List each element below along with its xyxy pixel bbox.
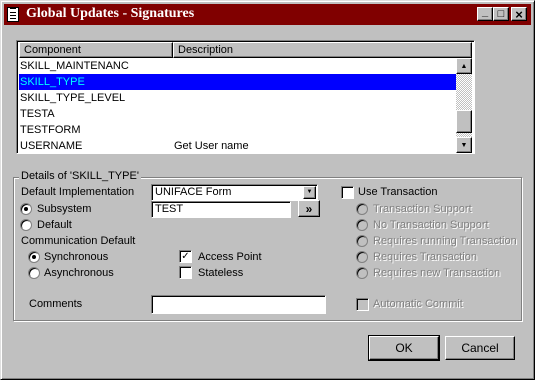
component-cell: TESTFORM [20,124,81,136]
table-row[interactable]: USERNAME Get User name [19,138,459,153]
document-icon [7,7,19,22]
subsystem-radio[interactable] [20,203,32,215]
access-point-label: Access Point [198,251,262,263]
table-row[interactable]: TESTA [19,106,459,122]
window-title: Global Updates - Signatures [26,6,195,21]
close-icon: × [515,6,523,22]
access-point-checkbox[interactable]: ✓ [179,250,192,263]
minimize-button[interactable]: _ [477,5,493,21]
requires-running-transaction-radio[interactable] [356,235,368,247]
requires-new-transaction-radio[interactable] [356,267,368,279]
maximize-button[interactable]: □ [493,7,509,21]
details-group-label: Details of 'SKILL_TYPE' [19,170,141,183]
scroll-down-button[interactable]: ▼ [456,137,472,153]
asynchronous-label: Asynchronous [44,267,114,279]
component-cell: TESTA [20,108,55,120]
comments-input[interactable] [151,295,326,314]
requires-running-transaction-label: Requires running Transaction [373,235,517,247]
synchronous-radio[interactable] [28,251,40,263]
component-cell: SKILL_TYPE [20,76,85,88]
stateless-checkbox[interactable] [179,266,192,279]
list-scrollbar[interactable]: ▲ ▼ [456,58,472,153]
communication-default-label: Communication Default [21,235,136,247]
synchronous-label: Synchronous [44,251,109,263]
cancel-button[interactable]: Cancel [445,336,515,360]
subsystem-browse-button[interactable]: » [298,200,320,217]
scroll-up-button[interactable]: ▲ [456,58,472,74]
default-implementation-dropdown[interactable]: UNIFACE Form ▼ [151,184,318,201]
dropdown-button[interactable]: ▼ [303,186,316,199]
component-cell: SKILL_TYPE_LEVEL [20,92,126,104]
component-cell: SKILL_MAINTENANC [20,60,129,72]
no-transaction-support-radio[interactable] [356,219,368,231]
subsystem-label: Subsystem [37,203,92,215]
component-list[interactable]: Component Description SKILL_MAINTENANC SK… [16,40,475,154]
title-bar[interactable]: Global Updates - Signatures _ □ × [4,4,531,25]
use-transaction-label: Use Transaction [358,186,438,198]
list-rows: SKILL_MAINTENANC SKILL_TYPE SKILL_TYPE_LEV… [19,58,459,153]
default-label: Default [37,219,72,231]
automatic-commit-label: Automatic Commit [373,298,463,310]
asynchronous-radio[interactable] [28,267,40,279]
chevron-down-icon: ▼ [306,189,313,195]
transaction-support-label: Transaction Support [373,203,472,215]
description-cell: Get User name [174,140,249,152]
ok-button[interactable]: OK [368,335,440,361]
transaction-support-radio[interactable] [356,203,368,215]
double-chevron-right-icon: » [305,201,313,216]
default-radio[interactable] [20,219,32,231]
table-row[interactable]: SKILL_TYPE_LEVEL [19,90,459,106]
automatic-commit-checkbox[interactable] [356,298,369,311]
scroll-thumb[interactable] [456,110,472,133]
minimize-icon: _ [481,5,489,18]
subsystem-input[interactable]: TEST [151,201,291,218]
stateless-label: Stateless [198,267,244,279]
default-implementation-label: Default Implementation [21,186,135,198]
use-transaction-checkbox[interactable] [341,186,354,199]
table-row[interactable]: TESTFORM [19,122,459,138]
arrow-up-icon: ▲ [460,62,468,70]
requires-new-transaction-label: Requires new Transaction [373,267,501,279]
no-transaction-support-label: No Transaction Support [373,219,489,231]
maximize-icon: □ [497,7,505,20]
table-row[interactable]: SKILL_TYPE [19,74,459,90]
close-button[interactable]: × [511,7,527,21]
column-header-component[interactable]: Component [19,42,173,58]
check-icon: ✓ [181,250,190,262]
default-implementation-value: UNIFACE Form [155,186,232,198]
requires-transaction-label: Requires Transaction [373,251,477,263]
comments-label: Comments [29,298,83,310]
column-header-description[interactable]: Description [173,42,472,58]
requires-transaction-radio[interactable] [356,251,368,263]
table-row[interactable]: SKILL_MAINTENANC [19,58,459,74]
arrow-down-icon: ▼ [460,141,468,149]
dialog-window: Global Updates - Signatures _ □ × Compon… [0,0,535,380]
component-cell: USERNAME [20,140,83,152]
